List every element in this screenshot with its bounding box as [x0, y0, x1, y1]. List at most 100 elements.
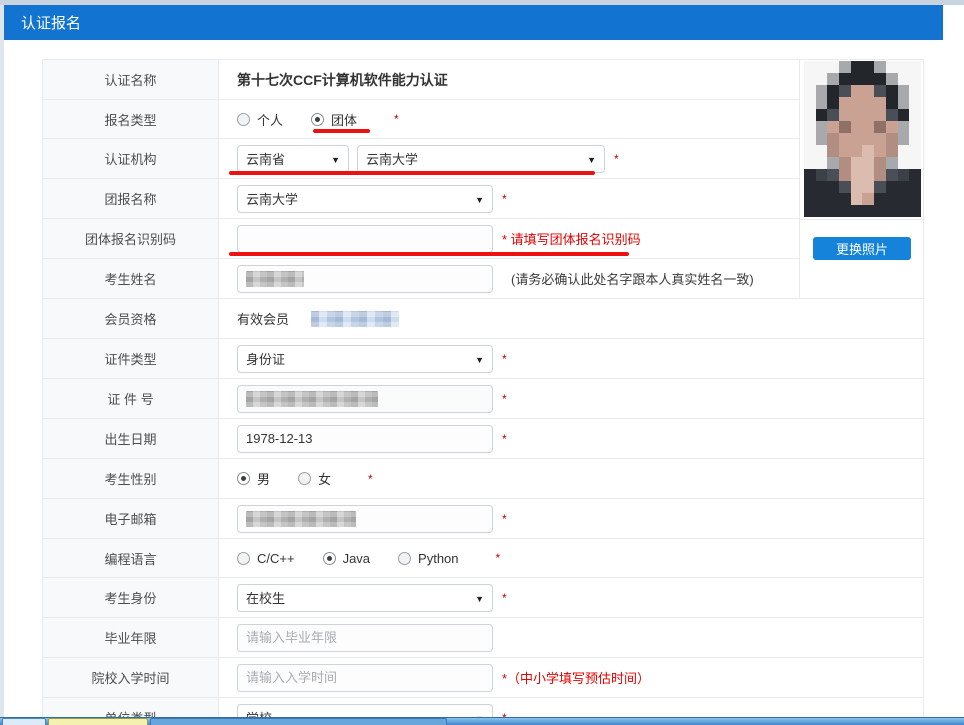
candidate-name-input[interactable]	[237, 265, 493, 293]
required-asterisk: *	[502, 352, 507, 366]
reg-type-option-group[interactable]: 团体	[311, 110, 357, 129]
page-header: 认证报名	[4, 5, 943, 40]
radio-c-icon[interactable]	[237, 552, 250, 565]
taskbar-tab-1[interactable]	[2, 718, 46, 725]
group-name-select-value: 云南大学	[246, 189, 298, 208]
redacted-id-number	[246, 391, 378, 407]
radio-java-label: Java	[343, 551, 370, 566]
id-number-label: 证 件 号	[43, 379, 219, 418]
id-type-select-value: 身份证	[246, 349, 285, 368]
identity-select-value: 在校生	[246, 588, 285, 607]
graduation-year-label: 毕业年限	[43, 618, 219, 657]
membership-label: 会员资格	[43, 299, 219, 338]
radio-female-icon[interactable]	[298, 472, 311, 485]
id-number-input[interactable]	[237, 385, 493, 413]
cert-name-value: 第十七次CCF计算机软件能力认证	[237, 70, 448, 90]
required-asterisk: *	[502, 192, 507, 206]
chevron-down-icon: ▼	[475, 195, 484, 205]
email-input[interactable]	[237, 505, 493, 533]
language-option-java[interactable]: Java	[323, 551, 370, 566]
row-gender: 考生性别 男 女 *	[43, 459, 923, 499]
photo-panel: 更换照片	[799, 60, 923, 298]
taskbar-tab-3[interactable]	[150, 718, 447, 725]
chevron-down-icon: ▼	[587, 155, 596, 165]
row-email: 电子邮箱 *	[43, 499, 923, 539]
taskbar-tab-2[interactable]	[48, 718, 148, 725]
province-select[interactable]: 云南省 ▼	[237, 145, 349, 173]
group-name-select[interactable]: 云南大学 ▼	[237, 185, 493, 213]
required-asterisk: *	[368, 472, 373, 486]
bottom-taskbar-strip	[0, 717, 964, 725]
required-asterisk: *	[502, 591, 507, 605]
row-birth-date: 出生日期 *	[43, 419, 923, 459]
reg-type-option-personal[interactable]: 个人	[237, 110, 283, 129]
row-graduation-year: 毕业年限	[43, 618, 923, 658]
row-identity: 考生身份 在校生 ▼ *	[43, 578, 923, 618]
radio-male-icon[interactable]	[237, 472, 250, 485]
radio-java-icon[interactable]	[323, 552, 336, 565]
row-group-code: 团体报名识别码 * 请填写团体报名识别码	[43, 219, 923, 259]
org-underline	[229, 171, 595, 175]
language-label: 编程语言	[43, 539, 219, 577]
reg-type-label: 报名类型	[43, 100, 219, 138]
group-code-required-note: * 请填写团体报名识别码	[502, 229, 641, 248]
cert-org-label: 认证机构	[43, 139, 219, 178]
candidate-photo	[804, 61, 921, 217]
row-id-type: 证件类型 身份证 ▼ *	[43, 339, 923, 379]
radio-group-label: 团体	[331, 110, 357, 129]
enrollment-time-input[interactable]	[237, 664, 493, 692]
birth-date-label: 出生日期	[43, 419, 219, 458]
chevron-down-icon: ▼	[475, 355, 484, 365]
identity-select[interactable]: 在校生 ▼	[237, 584, 493, 612]
cert-name-label: 认证名称	[43, 60, 219, 99]
language-option-python[interactable]: Python	[398, 551, 458, 566]
gender-label: 考生性别	[43, 459, 219, 498]
row-cert-org: 认证机构 云南省 ▼ 云南大学 ▼ *	[43, 139, 923, 179]
id-type-select[interactable]: 身份证 ▼	[237, 345, 493, 373]
id-type-label: 证件类型	[43, 339, 219, 378]
required-asterisk: *	[614, 152, 619, 166]
graduation-year-input[interactable]	[237, 624, 493, 652]
row-language: 编程语言 C/C++ Java Python *	[43, 539, 923, 578]
row-reg-type: 报名类型 个人 团体 *	[43, 100, 923, 139]
radio-male-label: 男	[257, 469, 270, 488]
birth-date-input[interactable]	[237, 425, 493, 453]
membership-status: 有效会员	[237, 309, 289, 328]
required-asterisk: *	[502, 432, 507, 446]
group-code-input[interactable]	[237, 225, 493, 253]
change-photo-button[interactable]: 更换照片	[813, 237, 911, 260]
radio-c-label: C/C++	[257, 551, 295, 566]
candidate-name-label: 考生姓名	[43, 259, 219, 298]
redacted-email	[246, 511, 356, 527]
redacted-name	[246, 271, 304, 287]
radio-group-icon[interactable]	[311, 113, 324, 126]
certification-registration-page: 认证报名 更换照片 认证名称 第十七次CCF计算机软件能力认证 报名类型 个人	[0, 0, 964, 725]
enrollment-required-note: *（中小学填写预估时间）	[502, 668, 650, 687]
window-left-edge	[0, 5, 4, 725]
organization-select[interactable]: 云南大学 ▼	[357, 145, 605, 173]
province-select-value: 云南省	[246, 149, 285, 168]
gender-option-female[interactable]: 女	[298, 469, 331, 488]
row-membership: 会员资格 有效会员	[43, 299, 923, 339]
chevron-down-icon: ▼	[331, 155, 340, 165]
group-underline	[313, 129, 370, 133]
row-cert-name: 认证名称 第十七次CCF计算机软件能力认证	[43, 60, 923, 100]
enrollment-time-label: 院校入学时间	[43, 658, 219, 697]
registration-form: 更换照片 认证名称 第十七次CCF计算机软件能力认证 报名类型 个人 团体 *	[42, 59, 924, 725]
language-option-c[interactable]: C/C++	[237, 551, 295, 566]
row-group-name: 团报名称 云南大学 ▼ *	[43, 179, 923, 219]
row-enrollment-time: 院校入学时间 *（中小学填写预估时间）	[43, 658, 923, 698]
required-asterisk: *	[394, 112, 399, 126]
identity-label: 考生身份	[43, 578, 219, 617]
page-title: 认证报名	[21, 12, 81, 33]
radio-personal-icon[interactable]	[237, 113, 250, 126]
row-id-number: 证 件 号 *	[43, 379, 923, 419]
gender-option-male[interactable]: 男	[237, 469, 270, 488]
group-code-underline	[229, 252, 629, 256]
radio-python-icon[interactable]	[398, 552, 411, 565]
group-name-label: 团报名称	[43, 179, 219, 218]
required-asterisk: *	[502, 512, 507, 526]
photo-divider	[800, 219, 924, 220]
email-label: 电子邮箱	[43, 499, 219, 538]
organization-select-value: 云南大学	[366, 149, 418, 168]
